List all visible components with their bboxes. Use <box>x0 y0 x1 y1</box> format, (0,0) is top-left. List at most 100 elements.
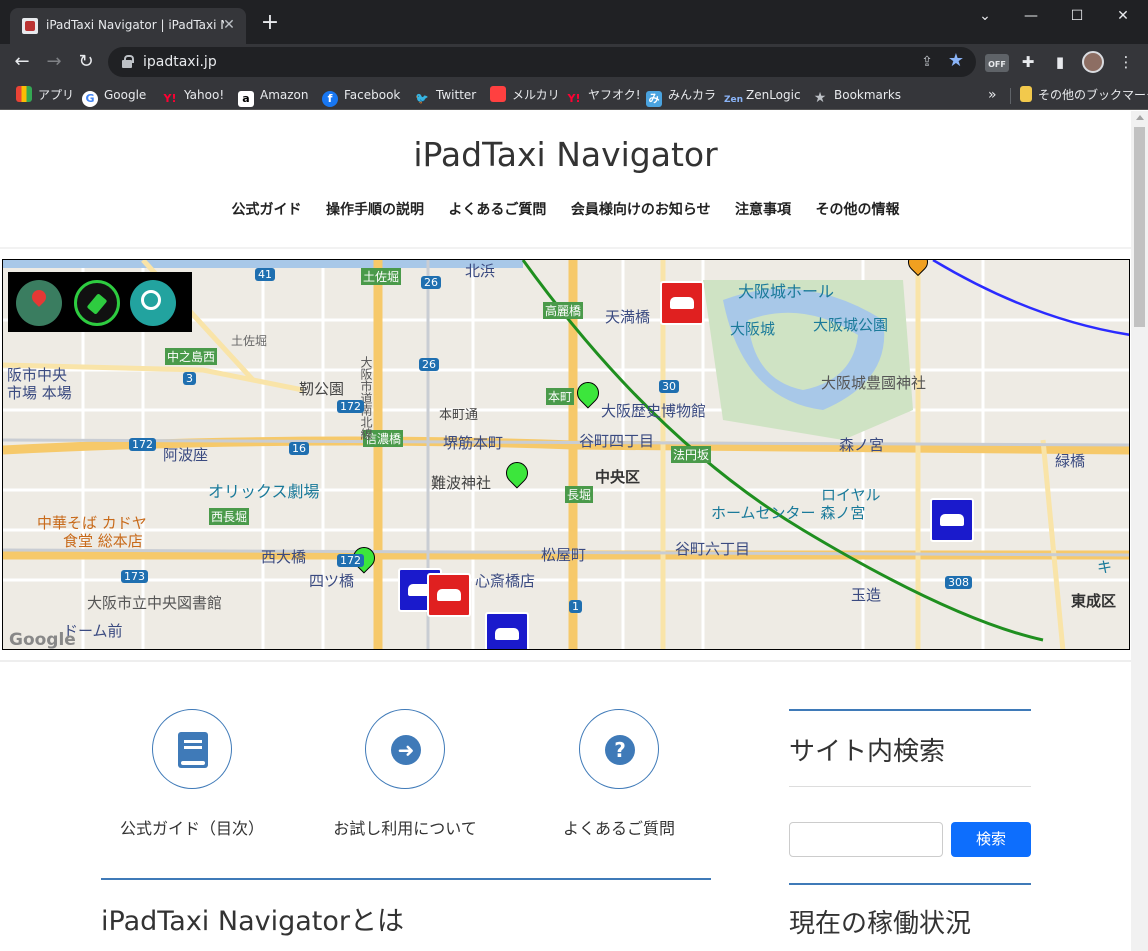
map-label: 食堂 総本店 <box>63 532 143 550</box>
minimize-button[interactable]: — <box>1008 0 1054 32</box>
url-text[interactable]: ipadtaxi.jp <box>143 54 217 70</box>
reload-icon[interactable]: ↻ <box>72 48 100 76</box>
menu-kebab-icon[interactable]: ⋮ <box>1114 50 1138 74</box>
map-label: キ <box>1097 558 1113 576</box>
taxi-red-marker[interactable] <box>427 573 471 617</box>
share-icon[interactable]: ⇪ <box>918 53 936 71</box>
feature-label[interactable]: よくあるご質問 <box>519 815 719 839</box>
bookmark-apps[interactable]: アプリ <box>16 85 74 105</box>
bookmark-mercari[interactable]: メルカリ <box>490 85 560 105</box>
folder-icon <box>1020 86 1032 102</box>
nav-operation-steps[interactable]: 操作手順の説明 <box>326 202 424 218</box>
route-shield: 26 <box>419 358 439 371</box>
feature-faq[interactable]: ? よくあるご質問 <box>519 709 719 839</box>
flashlight-icon[interactable] <box>74 280 120 326</box>
bookmark-other[interactable]: その他のブックマーク <box>1020 85 1148 105</box>
bookmark-yahoo-auction[interactable]: Y! ヤフオク! <box>566 85 641 105</box>
google-logo: Google <box>9 630 76 650</box>
bookmark-bookmarks[interactable]: ★ Bookmarks <box>812 85 901 106</box>
sidebar-search-heading: サイト内検索 <box>789 737 946 767</box>
bookmark-twitter[interactable]: 🐦 Twitter <box>414 85 476 105</box>
address-bar[interactable]: ipadtaxi.jp ⇪ ★ <box>108 47 976 77</box>
site-favicon-icon <box>22 18 38 34</box>
web-page: iPadTaxi Navigator 公式ガイド 操作手順の説明 よくあるご質問… <box>0 111 1131 951</box>
feature-label[interactable]: 公式ガイド（目次） <box>92 815 292 839</box>
feature-trial-usage[interactable]: ➜ お試し利用について <box>305 709 505 839</box>
map-label: 大阪城公園 <box>813 316 889 334</box>
magnifier-icon[interactable] <box>130 280 176 326</box>
map-label: 天満橋 <box>605 308 651 326</box>
bookmark-yahoo[interactable]: Y! Yahoo! <box>162 85 225 105</box>
bookmark-facebook[interactable]: f Facebook <box>322 85 400 107</box>
amazon-icon: a <box>238 91 254 107</box>
extensions-puzzle-icon[interactable]: ✚ <box>1016 50 1040 74</box>
map-label: 谷町四丁目 <box>579 432 655 450</box>
map-label: 法円坂 <box>671 446 712 463</box>
map-label: 大阪城 <box>730 320 776 338</box>
taxi-red-marker[interactable] <box>660 281 704 325</box>
route-shield: 41 <box>255 268 275 281</box>
bookmark-star-icon[interactable]: ★ <box>946 51 966 71</box>
route-shield: 172 <box>337 554 364 567</box>
browser-tab-strip: iPadTaxi Navigator | iPadTaxi Navi ✕ + ⌄… <box>0 0 1148 44</box>
feature-official-guide[interactable]: 公式ガイド（目次） <box>92 709 292 839</box>
scroll-up-icon[interactable] <box>1136 115 1144 120</box>
site-search-input[interactable] <box>789 822 943 857</box>
nav-faq[interactable]: よくあるご質問 <box>448 202 546 218</box>
yahoo-auction-icon: Y! <box>567 92 581 105</box>
page-scrollbar[interactable] <box>1131 111 1148 951</box>
taxi-blue-marker[interactable] <box>485 612 529 649</box>
map-label: オリックス劇場 <box>208 482 320 501</box>
feature-circle[interactable]: ? <box>579 709 659 789</box>
bookmark-minkara[interactable]: みみんカラ <box>646 85 716 107</box>
taxi-map[interactable]: 北浜 土佐堀 高麗橋 天満橋 大阪城ホール 大阪城 大阪城公園 大阪城豊國神社 … <box>2 259 1130 650</box>
new-tab-button[interactable]: + <box>258 12 282 36</box>
nav-notes[interactable]: 注意事項 <box>735 202 791 218</box>
main-heading: iPadTaxi Navigatorとは <box>101 906 404 937</box>
map-label: 北浜 <box>465 262 496 280</box>
mercari-icon <box>490 86 506 102</box>
bookmark-amazon[interactable]: a Amazon <box>238 85 309 107</box>
google-icon: G <box>82 91 98 107</box>
extension-off-icon[interactable]: OFF <box>985 54 1009 72</box>
map-label: 大阪歴史博物館 <box>601 402 707 420</box>
route-shield: 172 <box>129 438 156 451</box>
maximize-button[interactable]: ☐ <box>1054 0 1100 32</box>
apps-grid-icon <box>16 86 32 102</box>
bookmark-zenlogic[interactable]: Zen ZenLogic <box>724 85 801 105</box>
map-label: 市場 本場 <box>7 384 72 402</box>
feature-circle[interactable]: ➜ <box>365 709 445 789</box>
route-shield: 26 <box>421 276 441 289</box>
map-label: 大阪城豊國神社 <box>821 374 927 392</box>
scrollbar-thumb[interactable] <box>1134 127 1145 327</box>
browser-tab[interactable]: iPadTaxi Navigator | iPadTaxi Navi ✕ <box>10 8 246 44</box>
bookmarks-overflow-icon[interactable]: » <box>988 85 997 105</box>
back-arrow-icon[interactable]: ← <box>8 48 36 76</box>
zenlogic-icon: Zen <box>724 95 744 105</box>
lock-icon[interactable] <box>122 55 134 68</box>
feature-label[interactable]: お試し利用について <box>305 815 505 839</box>
global-navigation: 公式ガイド 操作手順の説明 よくあるご質問 会員様向けのお知らせ 注意事項 その… <box>0 199 1131 219</box>
profile-avatar[interactable] <box>1082 51 1104 73</box>
map-label: 谷町六丁目 <box>675 540 751 558</box>
nav-official-guide[interactable]: 公式ガイド <box>232 202 302 218</box>
map-label: 中央区 <box>595 468 641 486</box>
search-button[interactable]: 検索 <box>951 822 1031 857</box>
sidebar-rule <box>789 883 1031 885</box>
route-map-icon[interactable] <box>16 280 62 326</box>
close-window-button[interactable]: ✕ <box>1100 0 1146 32</box>
browser-toolbar: ← → ↻ ipadtaxi.jp ⇪ ★ OFF ✚ ▮ ⋮ <box>0 44 1148 80</box>
map-label: ホームセンター 森ノ宮 <box>711 504 866 522</box>
tab-search-button[interactable]: ⌄ <box>962 0 1008 32</box>
side-panel-icon[interactable]: ▮ <box>1048 50 1072 74</box>
bookmark-google[interactable]: G Google <box>82 85 146 107</box>
map-label: 土佐堀 <box>231 334 268 348</box>
forward-arrow-icon[interactable]: → <box>40 48 68 76</box>
site-title[interactable]: iPadTaxi Navigator <box>0 135 1131 174</box>
nav-member-news[interactable]: 会員様向けのお知らせ <box>571 202 711 218</box>
feature-circle[interactable] <box>152 709 232 789</box>
tab-close-icon[interactable]: ✕ <box>220 16 238 34</box>
yahoo-icon: Y! <box>163 92 177 105</box>
taxi-blue-marker[interactable] <box>930 498 974 542</box>
nav-other-info[interactable]: その他の情報 <box>816 202 900 218</box>
